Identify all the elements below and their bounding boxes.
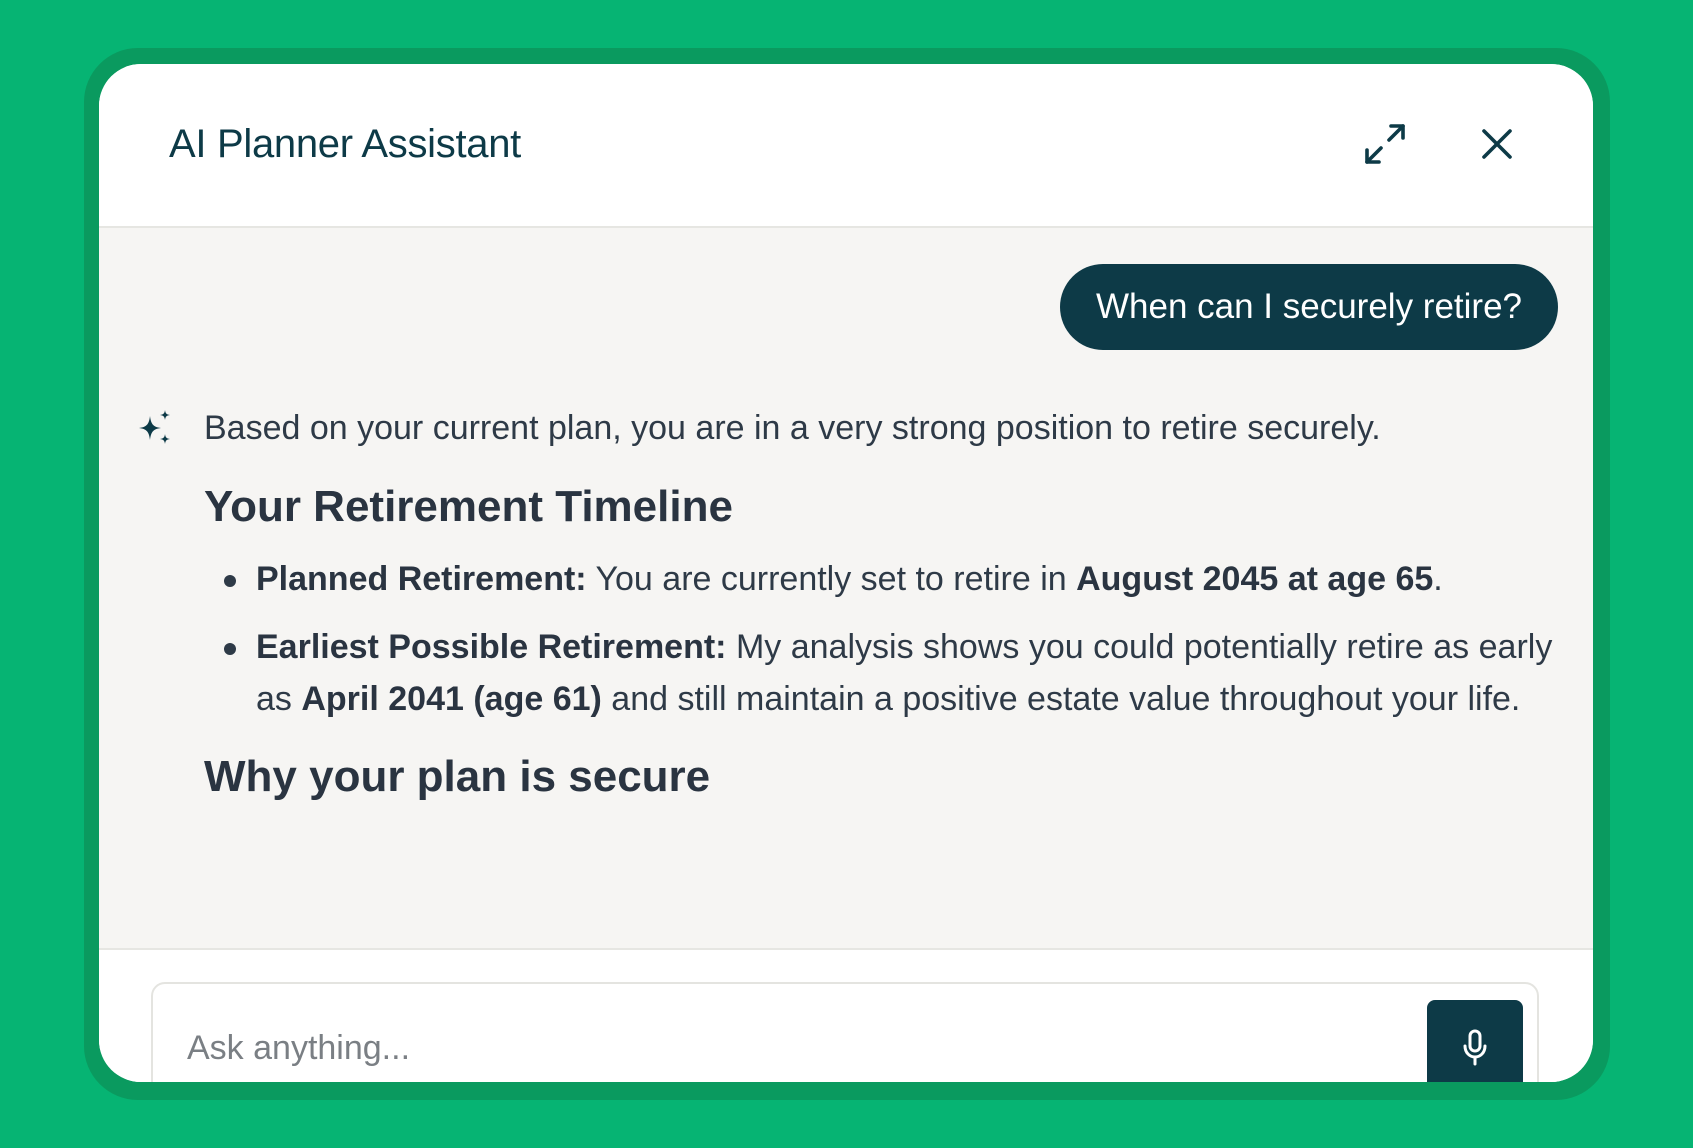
composer-box [151, 982, 1539, 1082]
composer-bar [99, 948, 1593, 1082]
bullet-emphasis: April 2041 (age 61) [301, 680, 602, 718]
assistant-message: Based on your current plan, you are in a… [204, 405, 1564, 803]
close-button[interactable] [1467, 114, 1527, 174]
microphone-icon [1463, 1029, 1487, 1066]
assistant-intro: Based on your current plan, you are in a… [204, 409, 1381, 447]
assistant-panel: AI Planner Assistant When can I securely… [99, 64, 1593, 1082]
sparkles-icon [139, 410, 170, 444]
microphone-button[interactable] [1427, 1000, 1523, 1082]
secure-plan-heading: Why your plan is secure [204, 752, 711, 801]
timeline-list: Planned Retirement: You are currently se… [204, 553, 1564, 725]
bullet-label: Earliest Possible Retirement: [256, 628, 727, 666]
bullet-dot [224, 643, 236, 655]
bullet-label: Planned Retirement: [256, 560, 587, 598]
bullet-text-end: . [1433, 560, 1443, 598]
expand-button[interactable] [1355, 114, 1415, 174]
bullet-dot [224, 575, 236, 587]
close-x-icon [1482, 129, 1512, 159]
timeline-heading: Your Retirement Timeline [204, 482, 733, 531]
bullet-text-end: and still maintain a positive estate val… [601, 680, 1521, 718]
panel-title: AI Planner Assistant [169, 122, 521, 166]
ask-input[interactable] [185, 984, 1359, 1082]
expand-arrows-icon [1365, 124, 1405, 164]
list-item-earliest-retirement: Earliest Possible Retirement: My analysi… [204, 621, 1564, 725]
list-item-planned-retirement: Planned Retirement: You are currently se… [204, 553, 1564, 605]
bullet-emphasis: August 2045 at age 65 [1076, 560, 1434, 598]
panel-header: AI Planner Assistant [99, 64, 1593, 228]
bullet-text: You are currently set to retire in [586, 560, 1077, 598]
user-message-bubble: When can I securely retire? [1059, 264, 1558, 350]
chat-area[interactable]: When can I securely retire? Based on you… [99, 228, 1593, 948]
